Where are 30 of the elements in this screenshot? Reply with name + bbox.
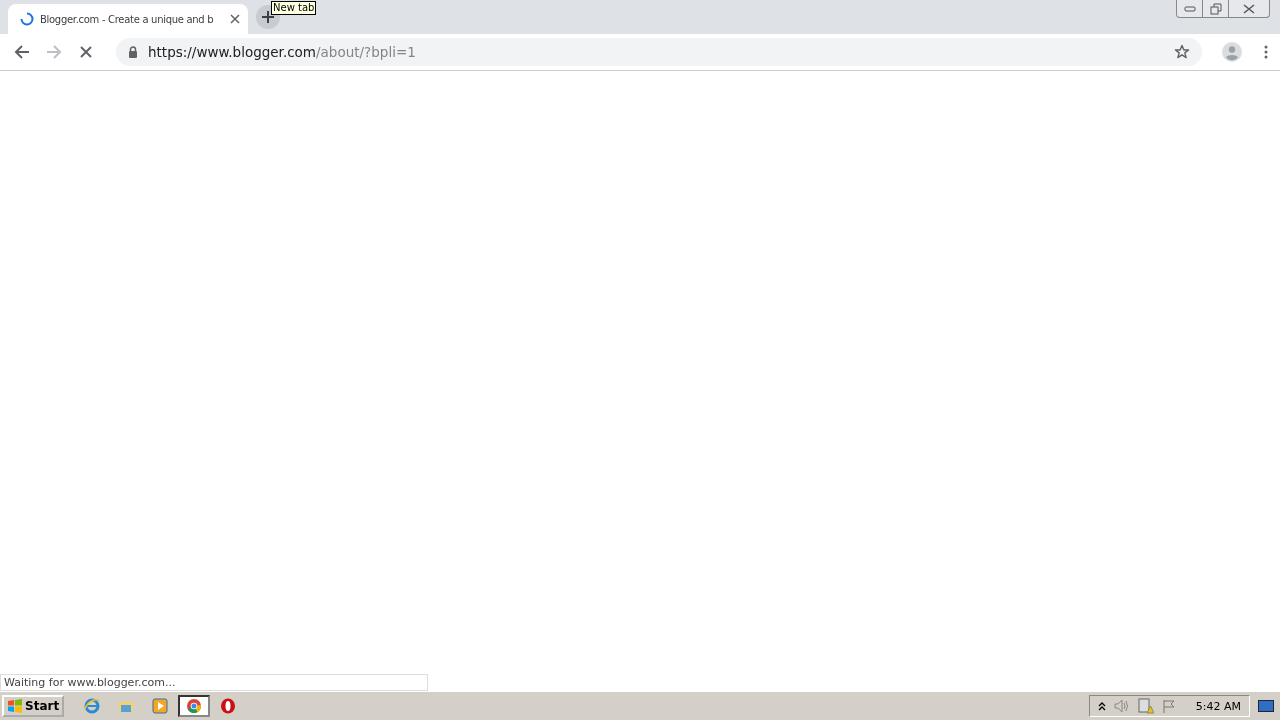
url-text: https://www.blogger.com/about/?bpli=1 <box>148 44 416 60</box>
show-desktop-icon[interactable] <box>1258 700 1274 712</box>
windows-logo <box>7 699 23 713</box>
network-warning-icon[interactable] <box>1137 698 1154 714</box>
speaker-icon[interactable] <box>1113 699 1130 713</box>
play-icon <box>152 698 169 714</box>
flag-icon[interactable] <box>1161 699 1176 713</box>
browser-e-icon <box>84 698 101 714</box>
browser-tab[interactable]: Blogger.com - Create a unique and b <box>8 4 248 34</box>
tooltip: New tab <box>271 1 317 15</box>
restore-icon <box>1209 2 1222 15</box>
stop-icon[interactable] <box>78 44 94 60</box>
menu-icon[interactable] <box>1264 45 1268 59</box>
star-icon[interactable] <box>1174 44 1190 60</box>
minimize-icon <box>1183 5 1196 12</box>
back-icon[interactable] <box>14 44 30 60</box>
status-bubble: Waiting for www.blogger.com... <box>0 674 428 691</box>
start-button[interactable]: Start <box>2 695 65 717</box>
profile-icon[interactable] <box>1222 42 1242 62</box>
lock-icon <box>128 46 138 58</box>
close-icon[interactable] <box>230 14 240 24</box>
clock[interactable]: 5:42 AM <box>1195 699 1241 713</box>
chrome-icon <box>186 698 203 714</box>
tab-title: Blogger.com - Create a unique and b <box>40 13 215 25</box>
plus-icon <box>262 11 274 23</box>
close-icon <box>1243 3 1255 14</box>
chrome-taskbar-button[interactable] <box>178 695 211 717</box>
address-bar[interactable]: https://www.blogger.com/about/?bpli=1 <box>116 38 1202 66</box>
opera-icon <box>220 698 237 714</box>
chevron-icon[interactable] <box>1097 701 1106 711</box>
